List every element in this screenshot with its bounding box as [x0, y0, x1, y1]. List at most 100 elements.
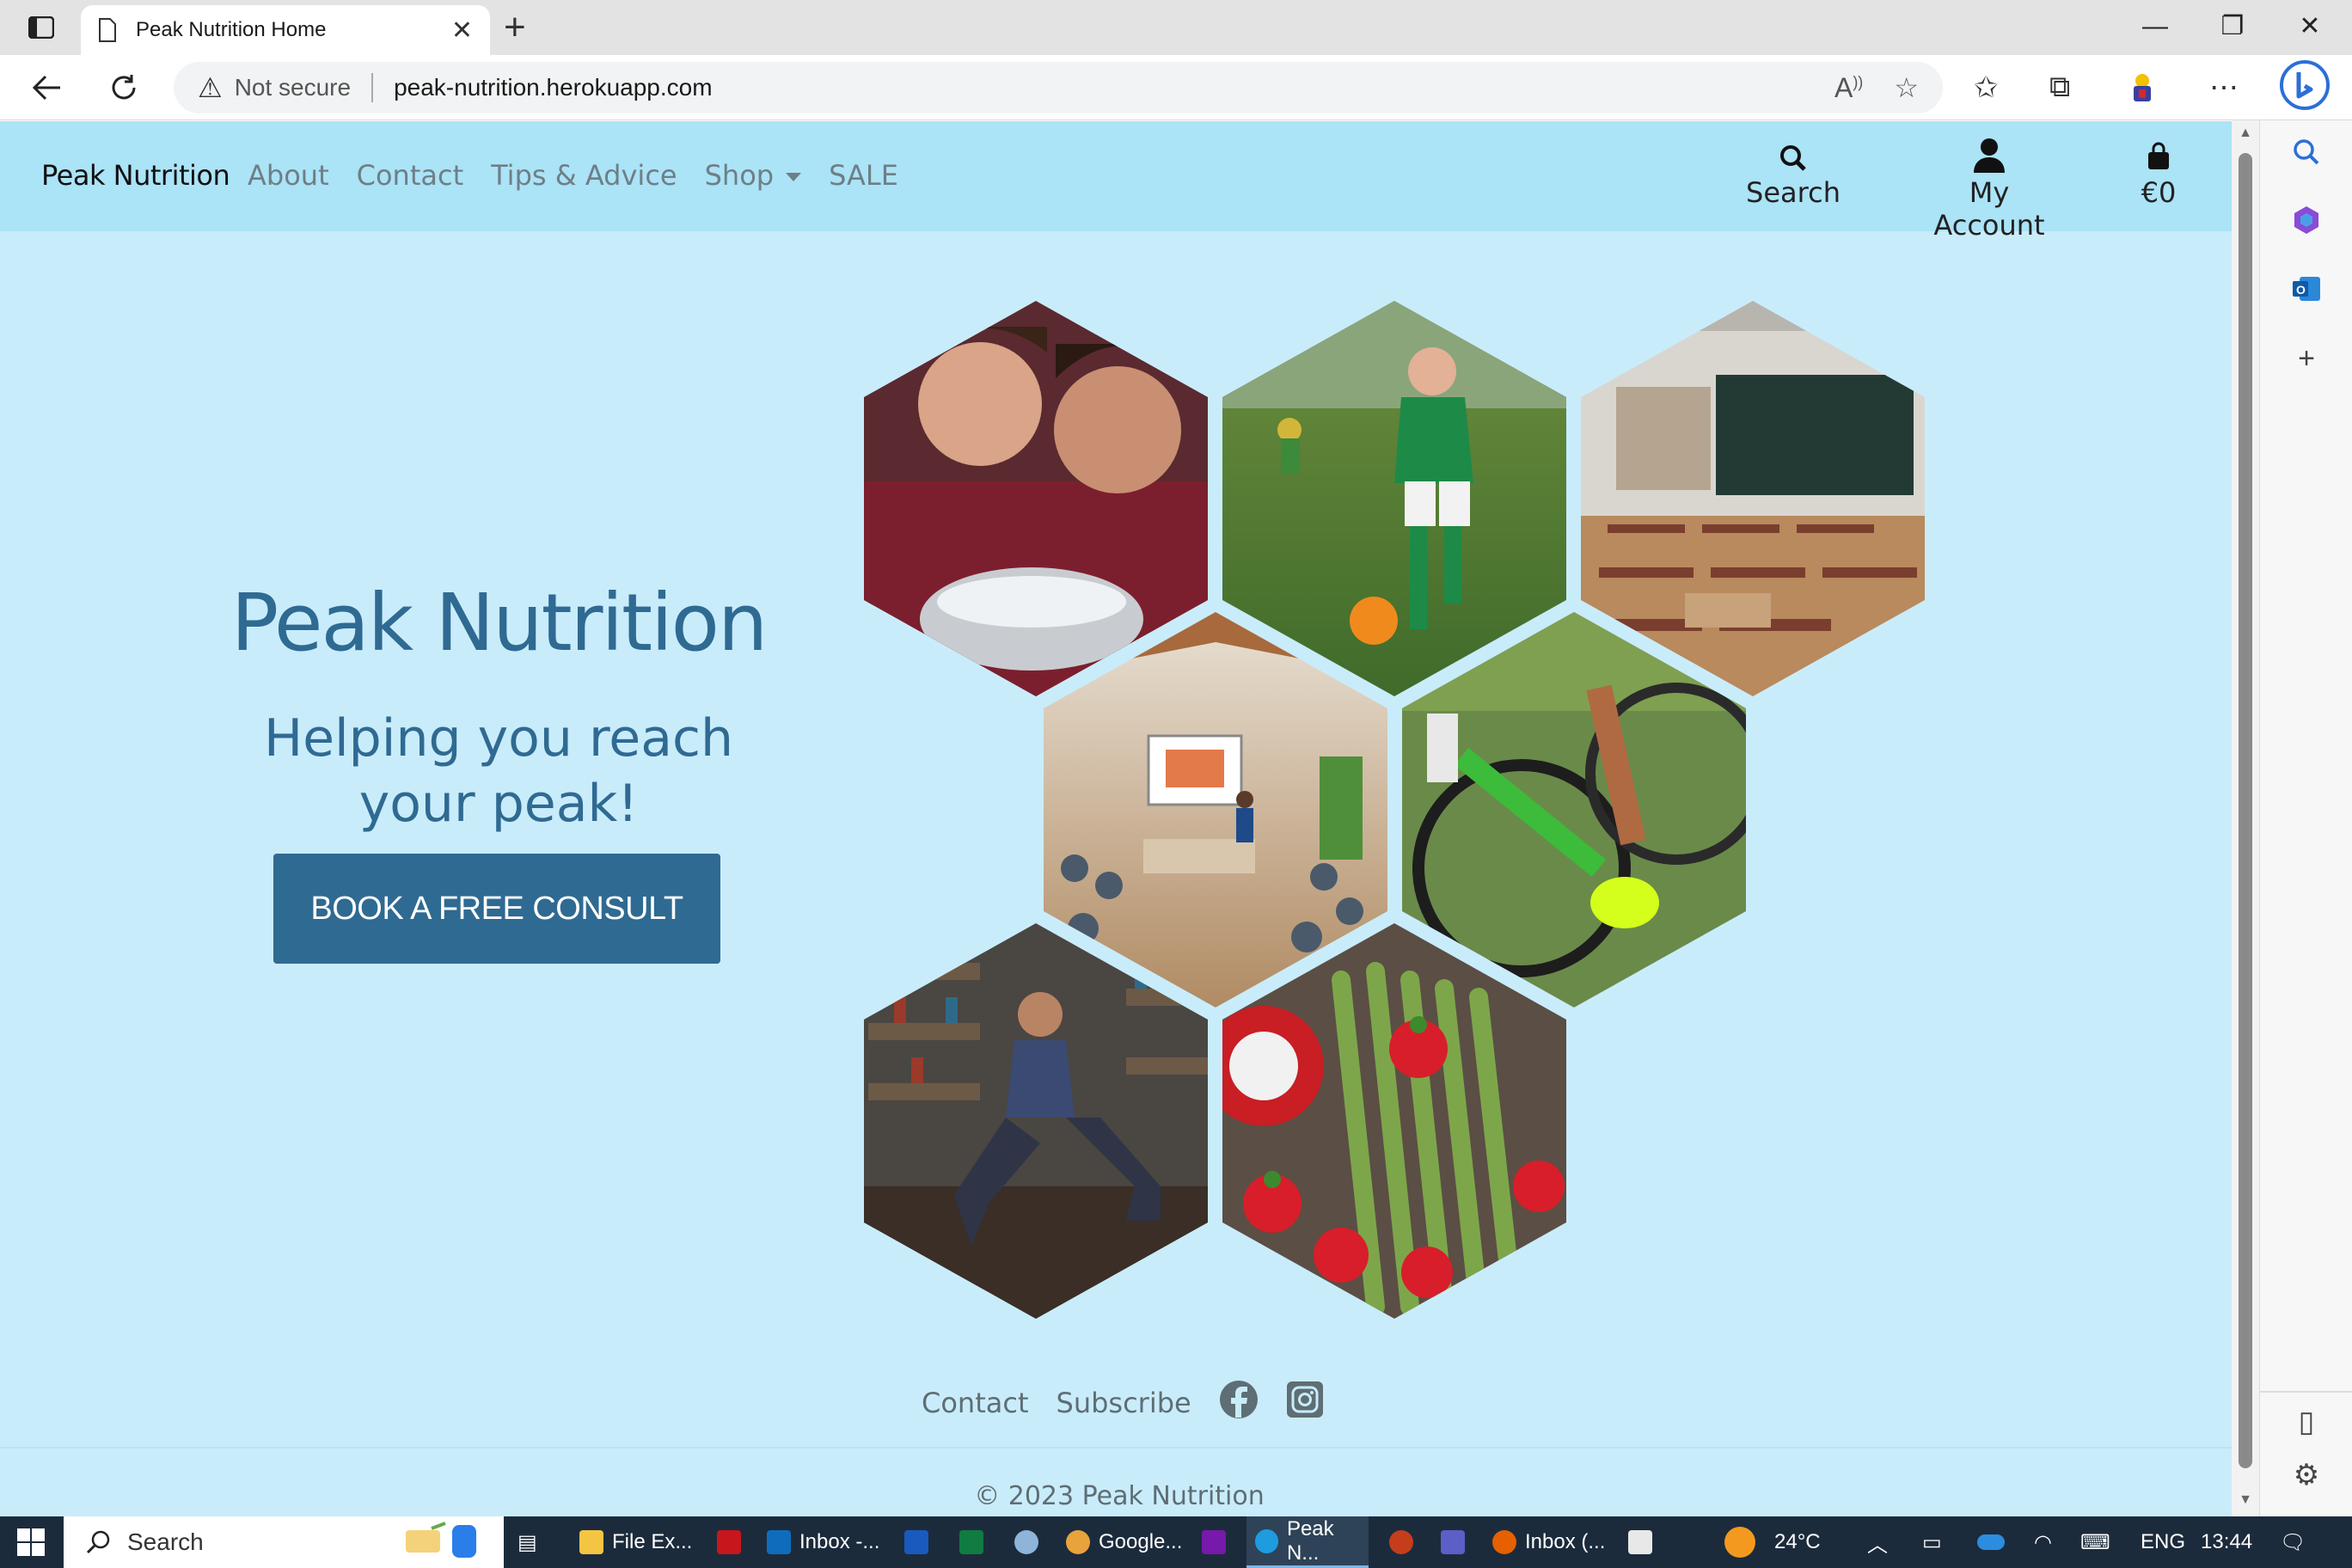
copyright-text: © 2023 Peak Nutrition	[974, 1481, 1265, 1511]
browser-tab-active[interactable]: Peak Nutrition Home ✕	[81, 5, 490, 55]
hex-photo-seminar	[1044, 612, 1387, 1008]
taskbar-settings-app[interactable]	[1628, 1516, 1661, 1568]
tab-close-icon[interactable]: ✕	[451, 15, 473, 46]
footer-contact-link[interactable]: Contact	[922, 1387, 1029, 1419]
hex-photo-classroom	[1581, 301, 1925, 696]
close-window-button[interactable]: ✕	[2271, 7, 2349, 46]
notifications-icon[interactable]: 🗨	[2280, 1516, 2306, 1568]
restore-button[interactable]: ❐	[2194, 7, 2271, 46]
windows-start-icon[interactable]	[17, 1528, 45, 1560]
onedrive-icon[interactable]	[1977, 1516, 2005, 1568]
folder-icon	[579, 1530, 603, 1554]
read-aloud-icon[interactable]: A))	[1834, 72, 1863, 104]
sidebar-search-icon[interactable]	[2260, 138, 2352, 175]
page-scrollbar[interactable]: ▲ ▼	[2232, 120, 2259, 1516]
excel-icon	[959, 1530, 983, 1554]
taskbar-word[interactable]	[904, 1516, 937, 1568]
acrobat-icon	[717, 1530, 741, 1554]
favorites-icon[interactable]: ✩	[1974, 70, 1999, 105]
address-bar[interactable]: ⚠ Not secure peak-nutrition.herokuapp.co…	[174, 62, 1943, 113]
sidebar-shopping-icon[interactable]	[2260, 205, 2352, 243]
footer-subscribe-link[interactable]: Subscribe	[1057, 1387, 1191, 1419]
edge-sidebar: O + ▯ ⚙	[2259, 120, 2352, 1516]
page-icon	[99, 18, 116, 42]
taskbar-file-explorer[interactable]: File Ex...	[579, 1516, 692, 1568]
taskbar-powerpoint[interactable]	[1389, 1516, 1422, 1568]
taskbar-app-misc[interactable]	[1014, 1516, 1047, 1568]
facebook-icon[interactable]	[1219, 1380, 1259, 1426]
bing-copilot-icon[interactable]	[2278, 58, 2331, 119]
weather-temperature: 24°C	[1774, 1530, 1821, 1553]
refresh-button[interactable]	[103, 67, 144, 108]
taskbar-outlook[interactable]: Inbox -...	[767, 1516, 879, 1568]
add-favorite-icon[interactable]: ☆	[1894, 71, 1919, 104]
taskbar-excel[interactable]	[959, 1516, 992, 1568]
firefox-icon	[1492, 1530, 1516, 1554]
url-text[interactable]: peak-nutrition.herokuapp.com	[394, 74, 1804, 101]
keyboard-icon[interactable]: ⌨	[2080, 1516, 2110, 1568]
sidebar-layout-icon[interactable]: ▯	[2260, 1391, 2352, 1439]
sidebar-outlook-icon[interactable]: O	[2260, 273, 2352, 312]
scrollbar-thumb[interactable]	[2239, 153, 2252, 1468]
taskbar-chrome[interactable]: Google...	[1066, 1516, 1182, 1568]
battery-icon[interactable]: ▭	[1922, 1516, 1942, 1568]
scroll-down-icon[interactable]: ▼	[2232, 1492, 2259, 1508]
weather-sun-icon	[1724, 1527, 1755, 1558]
tab-actions-icon[interactable]	[19, 10, 64, 45]
wifi-icon[interactable]: ◠	[2034, 1516, 2052, 1568]
taskbar-chrome-label: Google...	[1099, 1530, 1183, 1553]
browser-toolbar: ⚠ Not secure peak-nutrition.herokuapp.co…	[0, 55, 2352, 120]
footer-divider	[0, 1447, 2232, 1449]
hex-photo-athletes	[864, 301, 1208, 696]
teams-icon	[1441, 1530, 1465, 1554]
security-label: Not secure	[234, 74, 352, 101]
taskbar-search-label: Search	[127, 1528, 204, 1555]
minimize-button[interactable]: —	[2116, 7, 2194, 46]
hexagon-photo-collage	[864, 301, 1925, 1319]
collections-icon[interactable]: ⧉	[2049, 70, 2070, 104]
onenote-icon	[1202, 1530, 1226, 1554]
powerpoint-icon	[1389, 1530, 1413, 1554]
taskbar-outlook-label: Inbox -...	[799, 1530, 880, 1553]
tab-title: Peak Nutrition Home	[136, 18, 327, 41]
search-highlight-icon	[397, 1521, 492, 1564]
task-view-icon[interactable]: ▤	[518, 1516, 537, 1568]
search-icon	[86, 1530, 110, 1554]
taskbar-search-box[interactable]: Search	[64, 1516, 504, 1568]
web-page: Peak Nutrition About Contact Tips & Advi…	[0, 121, 2232, 1516]
svg-text:O: O	[2296, 283, 2306, 297]
taskbar-edge-label: Peak N...	[1286, 1516, 1334, 1565]
weather-widget[interactable]: 24°C	[1724, 1516, 1821, 1568]
warning-icon: ⚠	[198, 72, 223, 103]
settings-gear-icon[interactable]: ⚙	[2260, 1458, 2352, 1492]
tray-chevron-up-icon[interactable]: ︿	[1867, 1516, 1888, 1568]
hex-photo-footballer	[1222, 301, 1566, 696]
clock[interactable]: 13:44	[2201, 1516, 2252, 1568]
language-indicator[interactable]: ENG	[2141, 1516, 2185, 1568]
sidebar-add-icon[interactable]: +	[2260, 342, 2352, 376]
app-icon	[1014, 1530, 1038, 1554]
taskbar-acrobat[interactable]	[717, 1516, 750, 1568]
taskbar-onenote[interactable]	[1202, 1516, 1234, 1568]
scroll-up-icon[interactable]: ▲	[2232, 126, 2259, 141]
more-options-icon[interactable]: ⋯	[2209, 70, 2239, 105]
footer-links: Contact Subscribe	[922, 1380, 1324, 1426]
taskbar-teams[interactable]	[1441, 1516, 1473, 1568]
outlook-icon	[767, 1530, 791, 1554]
word-icon	[904, 1530, 928, 1554]
instagram-icon[interactable]	[1286, 1381, 1324, 1425]
chrome-icon	[1066, 1530, 1090, 1554]
edge-icon	[1255, 1528, 1278, 1553]
address-separator	[371, 73, 374, 102]
windows-taskbar: Search ▤ File Ex... Inbox -... Google...…	[0, 1516, 2352, 1568]
gear-icon	[1628, 1530, 1652, 1554]
extension-icon[interactable]	[2125, 70, 2159, 113]
cloud-icon	[1977, 1534, 2005, 1550]
taskbar-file-explorer-label: File Ex...	[612, 1530, 693, 1553]
new-tab-button[interactable]: +	[504, 9, 526, 46]
taskbar-firefox[interactable]: Inbox (...	[1492, 1516, 1605, 1568]
taskbar-edge[interactable]: Peak N...	[1246, 1516, 1369, 1568]
taskbar-firefox-label: Inbox (...	[1525, 1530, 1606, 1553]
back-button[interactable]	[26, 67, 67, 108]
browser-tab-bar: Peak Nutrition Home ✕ + — ❐ ✕	[0, 0, 2352, 55]
